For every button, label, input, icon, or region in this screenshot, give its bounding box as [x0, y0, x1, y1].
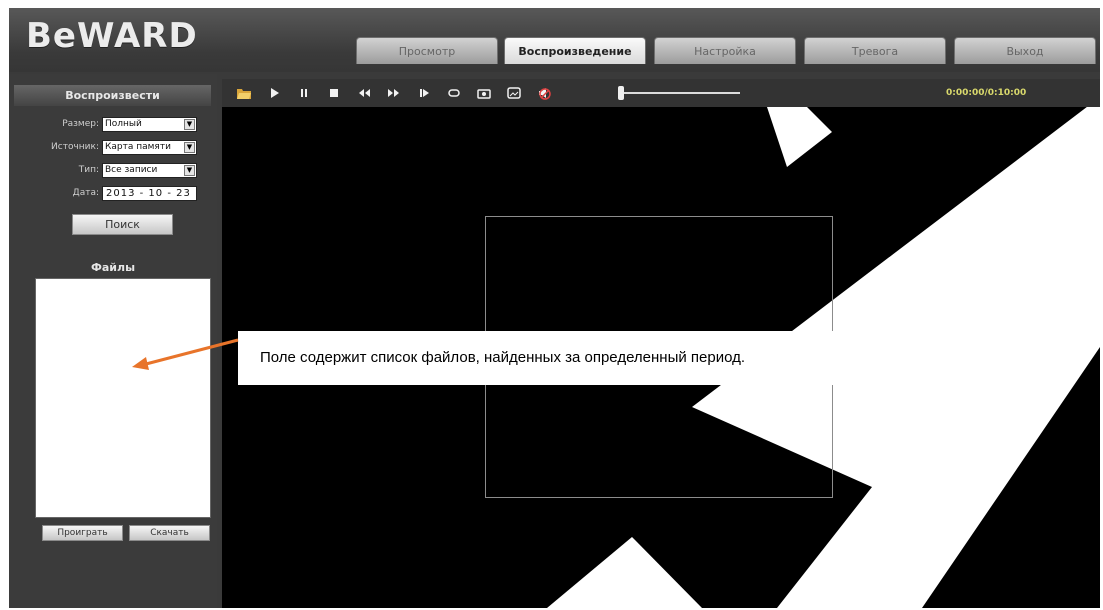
camera-icon[interactable]: [476, 85, 492, 101]
tab-playback[interactable]: Воспроизведение: [504, 37, 646, 64]
annotation-callout: Поле содержит список файлов, найденных з…: [238, 331, 955, 385]
size-label: Размер:: [62, 119, 99, 129]
chevron-down-icon[interactable]: ▼: [184, 165, 195, 176]
search-button[interactable]: Поиск: [72, 214, 173, 235]
source-select-value: Карта памяти: [105, 142, 171, 152]
stop-icon[interactable]: [326, 85, 342, 101]
logo: BeWARD: [26, 16, 198, 56]
mute-icon[interactable]: [536, 85, 552, 101]
pause-icon[interactable]: [296, 85, 312, 101]
annotation-arrow: [132, 338, 239, 370]
fast-forward-icon[interactable]: [386, 85, 402, 101]
source-select[interactable]: Карта памяти ▼: [102, 140, 197, 155]
chevron-down-icon[interactable]: ▼: [184, 119, 195, 130]
open-folder-icon[interactable]: [236, 85, 252, 101]
play-button[interactable]: Проиграть: [42, 525, 123, 541]
source-label: Источник:: [51, 142, 99, 152]
progress-slider-handle[interactable]: [618, 86, 624, 100]
type-label: Тип:: [78, 165, 99, 175]
type-select-value: Все записи: [105, 165, 158, 175]
download-button[interactable]: Скачать: [129, 525, 210, 541]
tab-exit[interactable]: Выход: [954, 37, 1096, 64]
size-select-value: Полный: [105, 119, 142, 129]
playback-toolbar: 0:00:00/0:10:00: [222, 79, 1100, 107]
header: BeWARD Просмотр Воспроизведение Настройк…: [9, 8, 1100, 72]
chevron-down-icon[interactable]: ▼: [184, 142, 195, 153]
tab-alarm[interactable]: Тревога: [804, 37, 946, 64]
tab-view[interactable]: Просмотр: [356, 37, 498, 64]
app-window: BeWARD Просмотр Воспроизведение Настройк…: [9, 8, 1100, 608]
file-list[interactable]: [35, 278, 211, 518]
progress-slider-track[interactable]: [622, 92, 740, 94]
play-icon[interactable]: [266, 85, 282, 101]
image-icon[interactable]: [506, 85, 522, 101]
files-title: Файлы: [90, 261, 136, 274]
loop-icon[interactable]: [446, 85, 462, 101]
timecode: 0:00:00/0:10:00: [946, 88, 1027, 98]
tab-settings[interactable]: Настройка: [654, 37, 796, 64]
step-forward-icon[interactable]: [416, 85, 432, 101]
sidebar-title: Воспроизвести: [14, 85, 211, 106]
date-label: Дата:: [72, 188, 99, 198]
type-select[interactable]: Все записи ▼: [102, 163, 197, 178]
rewind-icon[interactable]: [356, 85, 372, 101]
size-select[interactable]: Полный ▼: [102, 117, 197, 132]
date-field[interactable]: 2013 - 10 - 23: [102, 186, 197, 201]
